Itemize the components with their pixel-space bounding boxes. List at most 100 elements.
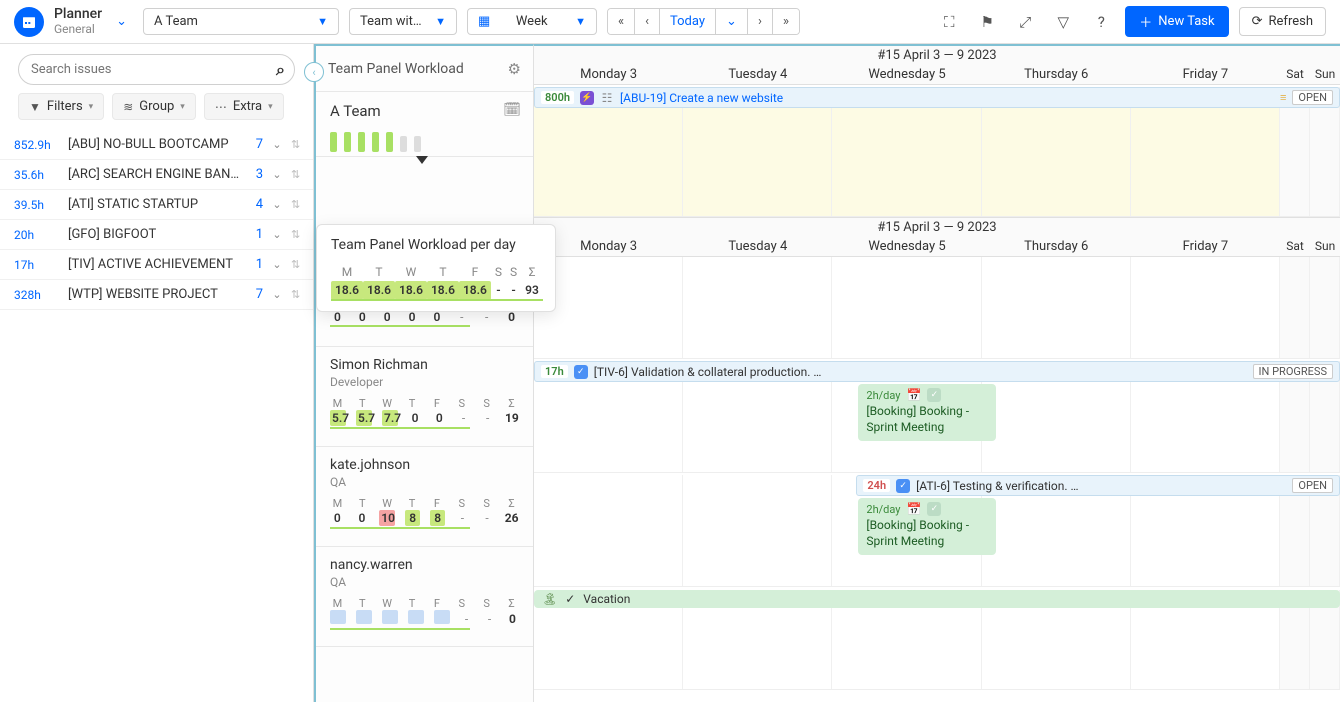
- day-header: Wednesday 5: [832, 65, 981, 84]
- person-section: kate.johnsonQAMTWTFSSΣ001088--26: [316, 447, 533, 547]
- booking-card-kate[interactable]: 2h/day 📅 ✓ [Booking] Booking - Sprint Me…: [858, 498, 996, 555]
- project-row[interactable]: 35.6h[ARC] SEARCH ENGINE BAN…3⌄⇅: [0, 160, 313, 190]
- week-label: #15 April 3 — 9 2023: [534, 46, 1340, 65]
- help-icon[interactable]: ?: [1087, 8, 1115, 36]
- timeline-header-people: #15 April 3 — 9 2023 Monday 3Tuesday 4We…: [534, 217, 1340, 257]
- chevron-down-icon[interactable]: ⌄: [269, 138, 285, 151]
- date-nav-group: « ‹ Today ⌄ › »: [607, 8, 800, 35]
- drag-handle-icon[interactable]: ⇅: [291, 288, 305, 301]
- project-row[interactable]: 39.5h[ATI] STATIC STARTUP4⌄⇅: [0, 190, 313, 220]
- nav-first-button[interactable]: «: [608, 9, 635, 34]
- refresh-button[interactable]: ⟳ Refresh: [1239, 7, 1326, 36]
- app-brand[interactable]: Planner General ⌄: [14, 7, 127, 37]
- search-input[interactable]: [18, 54, 295, 85]
- drag-icon[interactable]: ≡: [1280, 91, 1286, 104]
- app-title: Planner: [54, 7, 102, 22]
- task-bar-tiv6[interactable]: 17h ✓ [TIV-6] Validation & collateral pr…: [534, 361, 1340, 382]
- scope-dropdown[interactable]: Team wit… ▼: [349, 8, 457, 35]
- filter-icon[interactable]: ▽: [1049, 8, 1077, 36]
- plus-icon: ＋: [1139, 12, 1152, 31]
- person-section: Simon RichmanDeveloperMTWTFSSΣ5.75.77.70…: [316, 347, 533, 447]
- project-hours: 328h: [14, 288, 62, 302]
- project-row[interactable]: 328h[WTP] WEBSITE PROJECT7⌄⇅: [0, 280, 313, 310]
- bar-mon: [330, 132, 337, 152]
- filters-pill[interactable]: ▼ Filters ▾: [18, 93, 104, 120]
- day-header: Tuesday 4: [683, 65, 832, 84]
- drag-handle-icon[interactable]: ⇅: [291, 228, 305, 241]
- layers-icon: ≋: [123, 100, 133, 114]
- team-dropdown[interactable]: A Team ▼: [143, 8, 339, 35]
- project-name: [ARC] SEARCH ENGINE BAN…: [68, 167, 243, 182]
- task-status: IN PROGRESS: [1253, 364, 1333, 379]
- vacation-bar[interactable]: 🏝 ✓ Vacation: [534, 590, 1340, 608]
- today-dropdown-button[interactable]: ⌄: [716, 9, 748, 34]
- day-header: Thursday 6: [982, 237, 1131, 256]
- calendar-icon: ▦: [478, 14, 490, 29]
- chevron-down-icon[interactable]: ⌄: [269, 198, 285, 211]
- project-hours: 17h: [14, 258, 62, 272]
- drag-handle-icon[interactable]: ⇅: [291, 198, 305, 211]
- project-row[interactable]: 17h[TIV] ACTIVE ACHIEVEMENT1⌄⇅: [0, 250, 313, 280]
- task-bar-abu19[interactable]: 800h ⚡ ☷ [ABU-19] Create a new website ≡…: [534, 87, 1340, 108]
- day-header: Tuesday 4: [683, 237, 832, 256]
- chevron-down-icon[interactable]: ⌄: [269, 288, 285, 301]
- chevron-down-icon: ▼: [575, 15, 586, 28]
- project-name: [ABU] NO-BULL BOOTCAMP: [68, 137, 243, 152]
- nav-last-button[interactable]: »: [773, 9, 799, 34]
- flag-icon[interactable]: ⚑: [973, 8, 1001, 36]
- week-label-2: #15 April 3 — 9 2023: [534, 218, 1340, 237]
- drag-handle-icon[interactable]: ⇅: [291, 138, 305, 151]
- project-name: [TIV] ACTIVE ACHIEVEMENT: [68, 257, 243, 272]
- day-header: Friday 7: [1131, 237, 1280, 256]
- chevron-down-icon[interactable]: ⌄: [269, 228, 285, 241]
- group-pill[interactable]: ≋ Group ▾: [112, 93, 196, 120]
- fullscreen-icon[interactable]: ⤢: [1011, 8, 1039, 36]
- drag-handle-icon[interactable]: ⇅: [291, 258, 305, 271]
- person-role: QA: [330, 475, 519, 489]
- chevron-down-icon[interactable]: ⌄: [269, 258, 285, 271]
- timeline-row-bob[interactable]: [534, 257, 1340, 359]
- dots-icon: ⋯: [215, 100, 227, 114]
- project-hours: 39.5h: [14, 198, 62, 212]
- period-dropdown[interactable]: ▦ Week ▼: [467, 8, 597, 35]
- extra-pill[interactable]: ⋯ Extra ▾: [204, 93, 284, 120]
- bar-sat: [400, 136, 407, 152]
- booking-card-simon[interactable]: 2h/day 📅 ✓ [Booking] Booking - Sprint Me…: [858, 384, 996, 441]
- today-button[interactable]: Today: [660, 9, 716, 34]
- project-hours: 852.9h: [14, 138, 62, 152]
- project-hours: 35.6h: [14, 168, 62, 182]
- check-icon: ✓: [565, 592, 575, 606]
- timeline-row-simon[interactable]: 17h ✓ [TIV-6] Validation & collateral pr…: [534, 361, 1340, 473]
- team-summary-section: A Team 🗓: [316, 92, 533, 157]
- schedule-icon[interactable]: 🗓: [503, 102, 521, 118]
- person-role: Developer: [330, 375, 519, 389]
- brand-dropdown-icon[interactable]: ⌄: [116, 14, 127, 29]
- vacation-title: Vacation: [583, 592, 630, 606]
- gear-icon[interactable]: ⚙: [508, 60, 521, 78]
- new-task-button[interactable]: ＋ New Task: [1125, 6, 1228, 37]
- person-section: nancy.warrenQAMTWTFSSΣ--0: [316, 547, 533, 647]
- tooltip-pointer-icon: [416, 156, 428, 164]
- panel-collapse-button[interactable]: ‹: [304, 62, 324, 82]
- day-header: Sat: [1280, 237, 1310, 256]
- project-row[interactable]: 20h[GFO] BIGFOOT1⌄⇅: [0, 220, 313, 250]
- project-count: 7: [249, 287, 263, 302]
- task-bar-ati6[interactable]: 24h ✓ [ATI-6] Testing & verification. … …: [856, 475, 1340, 496]
- drag-handle-icon[interactable]: ⇅: [291, 168, 305, 181]
- panel-title: Team Panel Workload: [328, 61, 464, 77]
- nav-prev-button[interactable]: ‹: [635, 9, 660, 34]
- scan-icon[interactable]: ⛶: [935, 8, 963, 36]
- nav-next-button[interactable]: ›: [748, 9, 773, 34]
- timeline-row-nancy[interactable]: 🏝 ✓ Vacation: [534, 590, 1340, 690]
- person-name: nancy.warren: [330, 557, 519, 573]
- check-icon: ✓: [896, 479, 910, 493]
- chevron-down-icon[interactable]: ⌄: [269, 168, 285, 181]
- project-row[interactable]: 852.9h[ABU] NO-BULL BOOTCAMP7⌄⇅: [0, 130, 313, 160]
- day-header: Monday 3: [534, 65, 683, 84]
- timeline-row-kate[interactable]: 24h ✓ [ATI-6] Testing & verification. … …: [534, 475, 1340, 587]
- funnel-icon: ▼: [29, 100, 41, 114]
- search-icon[interactable]: ⌕: [276, 60, 285, 80]
- calendar-icon: [21, 14, 37, 30]
- project-hours: 20h: [14, 228, 62, 242]
- project-name: [ATI] STATIC STARTUP: [68, 197, 243, 212]
